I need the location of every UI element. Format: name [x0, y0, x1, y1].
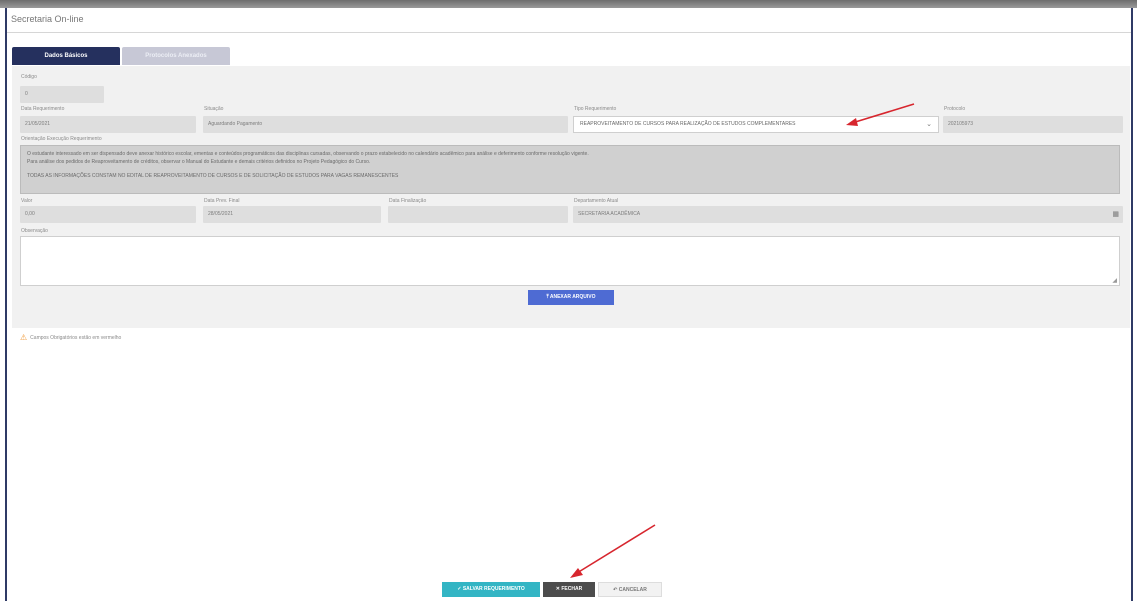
orientacao-label: Orientação Execução Requerimento	[21, 136, 102, 142]
window-titlebar: Secretaria On-line	[7, 8, 1131, 33]
chevron-down-icon: ⌄	[926, 121, 932, 128]
tipo-requerimento-select[interactable]: REAPROVEITAMENTO DE CURSOS PARA REALIZAÇ…	[573, 116, 939, 133]
top-strip	[0, 0, 1137, 8]
data-finalizacao-label: Data Finalização	[389, 198, 427, 204]
departamento-field: SECRETARIA ACADÊMICA ▦	[573, 206, 1123, 223]
orientacao-paragraph: Para análise dos pedidos de Reaproveitam…	[27, 159, 371, 165]
protocolo-label: Protocolo	[944, 106, 966, 112]
cancelar-label: CANCELAR	[618, 587, 647, 593]
tipo-requerimento-label: Tipo Requerimento	[574, 106, 617, 112]
departamento-value: SECRETARIA ACADÊMICA	[578, 211, 641, 217]
orientacao-paragraph: TODAS AS INFORMAÇÕES CONSTAM NO EDITAL D…	[27, 173, 399, 179]
data-finalizacao-field	[388, 206, 568, 223]
warning-icon: ⚠	[20, 333, 28, 342]
cancelar-button[interactable]: ↶ CANCELAR	[598, 582, 662, 597]
valor-field: 0,00	[20, 206, 196, 223]
observacao-textarea[interactable]: ◢	[20, 236, 1120, 286]
data-requerimento-label: Data Requerimento	[21, 106, 65, 112]
situacao-label: Situação	[204, 106, 224, 112]
window-title: Secretaria On-line	[11, 14, 84, 24]
tab-protocolos-anexados[interactable]: Protocolos Anexados	[122, 47, 230, 65]
data-requerimento-field: 21/05/2021	[20, 116, 196, 133]
orientacao-paragraph: O estudante interessado em ser dispensad…	[27, 151, 589, 157]
salvar-requerimento-button[interactable]: ✓ SALVAR REQUERIMENTO	[442, 582, 540, 597]
departamento-label: Departamento Atual	[574, 198, 619, 204]
anexar-arquivo-button[interactable]: ⤒ ANEXAR ARQUIVO	[528, 290, 614, 305]
resize-grip-icon[interactable]: ◢	[1112, 277, 1117, 284]
codigo-label: Código	[21, 74, 37, 80]
salvar-label: SALVAR REQUERIMENTO	[462, 586, 525, 592]
orientacao-box: O estudante interessado em ser dispensad…	[20, 145, 1120, 194]
fechar-button[interactable]: ✕ FECHAR	[543, 582, 595, 597]
valor-label: Valor	[21, 198, 33, 204]
situacao-field: Aguardando Pagamento	[203, 116, 568, 133]
required-fields-text: Campos Obrigatórios estão em vermelho	[30, 334, 122, 341]
fechar-label: FECHAR	[561, 586, 583, 592]
protocolo-field: 202105973	[943, 116, 1123, 133]
data-prev-final-field: 28/05/2021	[203, 206, 381, 223]
required-fields-note: ⚠ Campos Obrigatórios estão em vermelho	[20, 333, 121, 342]
data-prev-final-label: Data Prev. Final	[204, 198, 240, 204]
list-icon[interactable]: ▦	[1112, 206, 1119, 223]
tipo-requerimento-value: REAPROVEITAMENTO DE CURSOS PARA REALIZAÇ…	[580, 121, 796, 127]
codigo-field: 0	[20, 86, 104, 103]
observacao-label: Observação	[21, 228, 48, 234]
anexar-arquivo-label: ANEXAR ARQUIVO	[549, 294, 596, 300]
tab-dados-basicos[interactable]: Dados Básicos	[12, 47, 120, 65]
